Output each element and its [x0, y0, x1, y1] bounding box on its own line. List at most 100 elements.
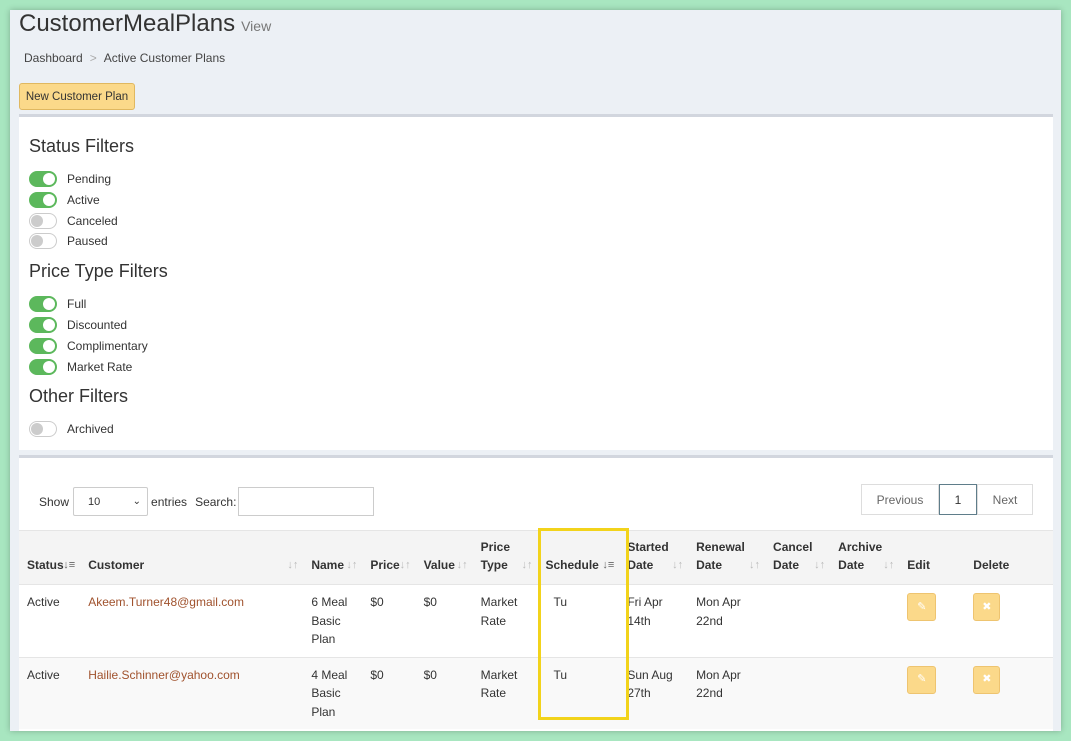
- table-row: Active Hailie.Schinner@yahoo.com 4 Meal …: [19, 657, 1053, 729]
- cell-price-type: Market Rate: [480, 667, 518, 701]
- new-customer-plan-button[interactable]: New Customer Plan: [19, 83, 135, 110]
- search-input[interactable]: [238, 487, 375, 516]
- col-header-price[interactable]: Price ↓↑: [362, 531, 415, 585]
- toggle-switch[interactable]: [29, 213, 57, 229]
- times-icon: ✖: [982, 600, 992, 613]
- col-header-price-type[interactable]: Price Type ↓↑: [473, 531, 538, 585]
- breadcrumb-separator: >: [89, 51, 97, 65]
- sort-icon: ↓↑: [456, 559, 468, 571]
- sort-icon: ↓↑: [814, 559, 826, 571]
- breadcrumb-active-plans: Active Customer Plans: [103, 51, 226, 65]
- entries-label: entries: [151, 494, 188, 509]
- page-title-text: CustomerMealPlans: [19, 10, 236, 37]
- table-header-row: Status ↓≡ Customer ↓↑ Name ↓↑ Price ↓↑ Value…: [19, 530, 1053, 585]
- search-label: Search:: [195, 494, 237, 509]
- customer-link[interactable]: Hailie.Schinner@yahoo.com: [88, 668, 240, 682]
- plans-table-panel: Show 10 ⌄ entries Search: Previous 1 Nex…: [19, 455, 1053, 731]
- cell-value: $0: [423, 667, 437, 682]
- filter-label: Market Rate: [67, 360, 133, 374]
- col-header-edit: Edit: [907, 558, 930, 572]
- cell-schedule: Tu: [553, 667, 568, 682]
- delete-button[interactable]: ✖: [973, 593, 1001, 621]
- col-header-delete: Delete: [973, 558, 1010, 572]
- cell-cancel-date: [765, 657, 830, 729]
- breadcrumb: Dashboard > Active Customer Plans: [24, 51, 225, 65]
- col-header-status[interactable]: Status ↓≡: [19, 531, 80, 585]
- filter-market-rate[interactable]: Market Rate: [29, 359, 132, 375]
- col-header-schedule[interactable]: Schedule ↓≡: [538, 531, 620, 585]
- toggle-switch[interactable]: [29, 171, 57, 187]
- toggle-switch[interactable]: [29, 359, 57, 375]
- customer-link[interactable]: Akeem.Turner48@gmail.com: [88, 595, 244, 609]
- chevron-down-icon: ⌄: [132, 496, 142, 507]
- cell-archive-date: [830, 585, 899, 658]
- cell-value: $0: [423, 595, 437, 609]
- col-header-customer[interactable]: Customer ↓↑: [80, 531, 303, 585]
- col-header-value[interactable]: Value ↓↑: [416, 531, 473, 585]
- filter-full[interactable]: Full: [29, 296, 86, 312]
- filter-label: Discounted: [67, 318, 128, 332]
- edit-button[interactable]: ✎: [907, 665, 937, 694]
- filter-paused[interactable]: Paused: [29, 233, 108, 249]
- col-header-cancel-date[interactable]: Cancel Date ↓↑: [765, 531, 830, 585]
- cell-customer: Hailie.Schinner@yahoo.com: [80, 657, 303, 729]
- page-title: CustomerMealPlans View: [19, 10, 271, 38]
- pencil-icon: ✎: [917, 673, 927, 686]
- cell-archive-date: [830, 657, 899, 729]
- cell-name: 4 Meal Basic Plan: [311, 667, 348, 719]
- cell-cancel-date: [765, 585, 830, 658]
- col-header-name[interactable]: Name ↓↑: [303, 531, 362, 585]
- filter-pending[interactable]: Pending: [29, 171, 111, 187]
- filter-complimentary[interactable]: Complimentary: [29, 338, 148, 354]
- cell-edit: ✎: [899, 657, 965, 729]
- col-header-archive-date[interactable]: Archive Date ↓↑: [830, 531, 899, 585]
- filter-label: Active: [67, 193, 100, 207]
- filter-archived[interactable]: Archived: [29, 421, 114, 437]
- cell-status: Active: [27, 595, 60, 609]
- edit-button[interactable]: ✎: [907, 593, 937, 621]
- toggle-switch[interactable]: [29, 421, 57, 437]
- filter-discounted[interactable]: Discounted: [29, 317, 127, 333]
- filter-label: Complimentary: [67, 339, 148, 353]
- delete-button[interactable]: ✖: [973, 665, 1001, 694]
- sort-icon: ↓↑: [287, 559, 299, 571]
- toggle-switch[interactable]: [29, 233, 57, 249]
- cell-renewal-date: Mon Apr 22nd: [696, 667, 741, 701]
- cell-price: $0: [370, 667, 384, 682]
- price-type-filters-heading: Price Type Filters: [29, 261, 168, 281]
- toggle-switch[interactable]: [29, 192, 57, 208]
- sort-icon: ↓↑: [399, 559, 411, 571]
- status-filters-heading: Status Filters: [29, 136, 135, 156]
- filter-canceled[interactable]: Canceled: [29, 213, 118, 229]
- cell-delete: ✖: [965, 657, 1053, 729]
- pencil-icon: ✎: [917, 600, 927, 613]
- page-1-button[interactable]: 1: [939, 484, 977, 515]
- breadcrumb-dashboard[interactable]: Dashboard: [24, 51, 83, 65]
- filter-label: Full: [67, 297, 87, 311]
- times-icon: ✖: [982, 673, 992, 686]
- cell-started-date: Fri Apr 14th: [627, 595, 663, 628]
- app-window: CustomerMealPlans View Dashboard > Active C…: [10, 10, 1061, 731]
- cell-customer: Akeem.Turner48@gmail.com: [80, 585, 303, 658]
- col-header-started-date[interactable]: Started Date ↓↑: [619, 531, 688, 585]
- cell-renewal-date: Mon Apr 22nd: [696, 595, 741, 628]
- cell-schedule: Tu: [553, 595, 568, 609]
- next-page-button[interactable]: Next: [977, 484, 1033, 515]
- pagination: Previous 1 Next: [861, 484, 1033, 515]
- sort-icon: ↓≡: [602, 559, 615, 571]
- previous-page-button[interactable]: Previous: [861, 484, 939, 515]
- filter-active[interactable]: Active: [29, 192, 100, 208]
- toggle-switch[interactable]: [29, 296, 57, 312]
- table-length-control: Show 10 ⌄ entries Search:: [39, 487, 375, 516]
- sort-icon: ↓↑: [883, 559, 895, 571]
- cell-price: $0: [370, 595, 384, 609]
- cell-name: 6 Meal Basic Plan: [311, 595, 348, 646]
- toggle-switch[interactable]: [29, 317, 57, 333]
- customer-plans-table: Status ↓≡ Customer ↓↑ Name ↓↑ Price ↓↑ Value…: [19, 530, 1053, 729]
- entries-select[interactable]: 10 ⌄: [73, 487, 149, 516]
- cell-status: Active: [27, 667, 60, 682]
- cell-started-date: Sun Aug 27th: [627, 667, 673, 701]
- col-header-renewal-date[interactable]: Renewal Date ↓↑: [688, 531, 765, 585]
- sort-icon: ↓↑: [749, 559, 761, 571]
- toggle-switch[interactable]: [29, 338, 57, 354]
